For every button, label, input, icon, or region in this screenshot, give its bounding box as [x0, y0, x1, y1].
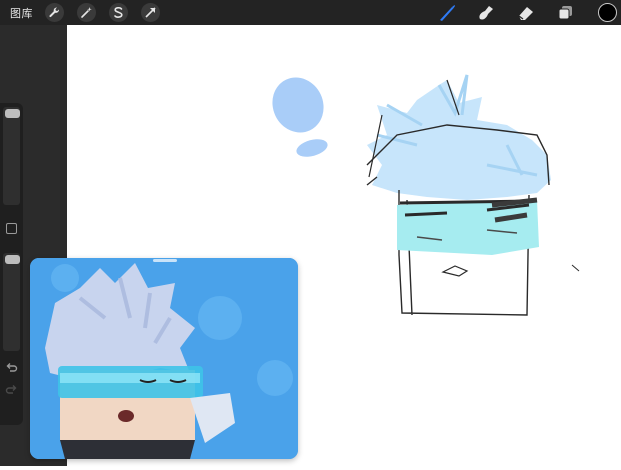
brush-opacity-slider[interactable] — [3, 253, 20, 351]
layers-icon[interactable] — [555, 2, 577, 24]
gallery-button[interactable]: 图库 — [10, 5, 33, 21]
selection-icon[interactable] — [109, 3, 128, 22]
redo-icon[interactable] — [5, 381, 18, 394]
reference-image-window[interactable] — [30, 258, 298, 459]
brush-opacity-thumb[interactable] — [5, 255, 20, 264]
color-picker-button[interactable] — [598, 3, 617, 22]
wrench-icon[interactable] — [45, 3, 64, 22]
brush-icon[interactable] — [436, 2, 458, 24]
transform-icon[interactable] — [141, 3, 160, 22]
top-toolbar: 图库 — [0, 0, 621, 25]
magic-wand-icon[interactable] — [77, 3, 96, 22]
brush-controls-panel — [0, 103, 23, 425]
smudge-icon[interactable] — [475, 2, 497, 24]
brush-size-thumb[interactable] — [5, 109, 20, 118]
reference-character-image — [30, 258, 298, 459]
pip-drag-handle[interactable] — [153, 259, 177, 262]
brush-size-slider[interactable] — [3, 107, 20, 205]
modify-square-icon[interactable] — [6, 223, 17, 234]
eraser-icon[interactable] — [515, 2, 537, 24]
undo-icon[interactable] — [5, 359, 18, 372]
